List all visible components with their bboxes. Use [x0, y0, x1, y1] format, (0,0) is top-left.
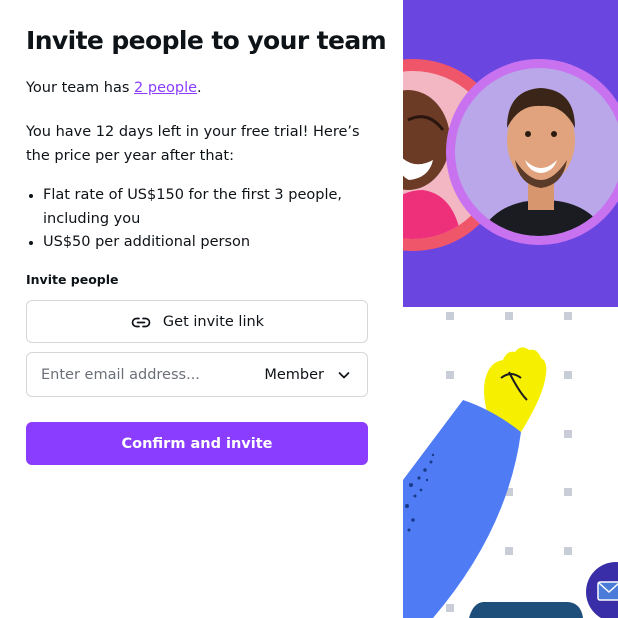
trial-info-text: You have 12 days left in your free trial…	[26, 124, 360, 164]
waving-hand	[403, 347, 547, 618]
role-dropdown[interactable]: Member	[264, 353, 367, 396]
illustration-graphic	[403, 0, 618, 618]
chevron-down-icon	[337, 368, 351, 382]
link-icon	[130, 314, 152, 330]
team-size-text: Your team has 2 people.	[26, 80, 202, 96]
dialog-title: Invite people to your team	[26, 26, 387, 55]
bottom-shape	[469, 602, 583, 618]
price-item-flat-rate: Flat rate of US$150 for the first 3 peop…	[26, 184, 371, 231]
email-invite-row: Member	[26, 352, 368, 397]
team-illustration	[403, 0, 618, 618]
email-input[interactable]	[27, 353, 265, 396]
confirm-and-invite-button[interactable]: Confirm and invite	[26, 422, 368, 465]
price-list: Flat rate of US$150 for the first 3 peop…	[26, 184, 371, 255]
invite-people-label: Invite people	[26, 272, 119, 287]
get-invite-link-button[interactable]: Get invite link	[26, 300, 368, 343]
team-size-prefix: Your team has	[26, 80, 135, 96]
role-value: Member	[264, 366, 324, 383]
price-item-additional: US$50 per additional person	[26, 231, 371, 255]
invite-dialog: Invite people to your team Your team has…	[0, 0, 403, 618]
team-size-suffix: .	[197, 80, 202, 96]
get-invite-link-label: Get invite link	[162, 313, 265, 330]
team-members-link[interactable]: 2 people	[134, 80, 197, 96]
mail-icon	[597, 581, 618, 601]
